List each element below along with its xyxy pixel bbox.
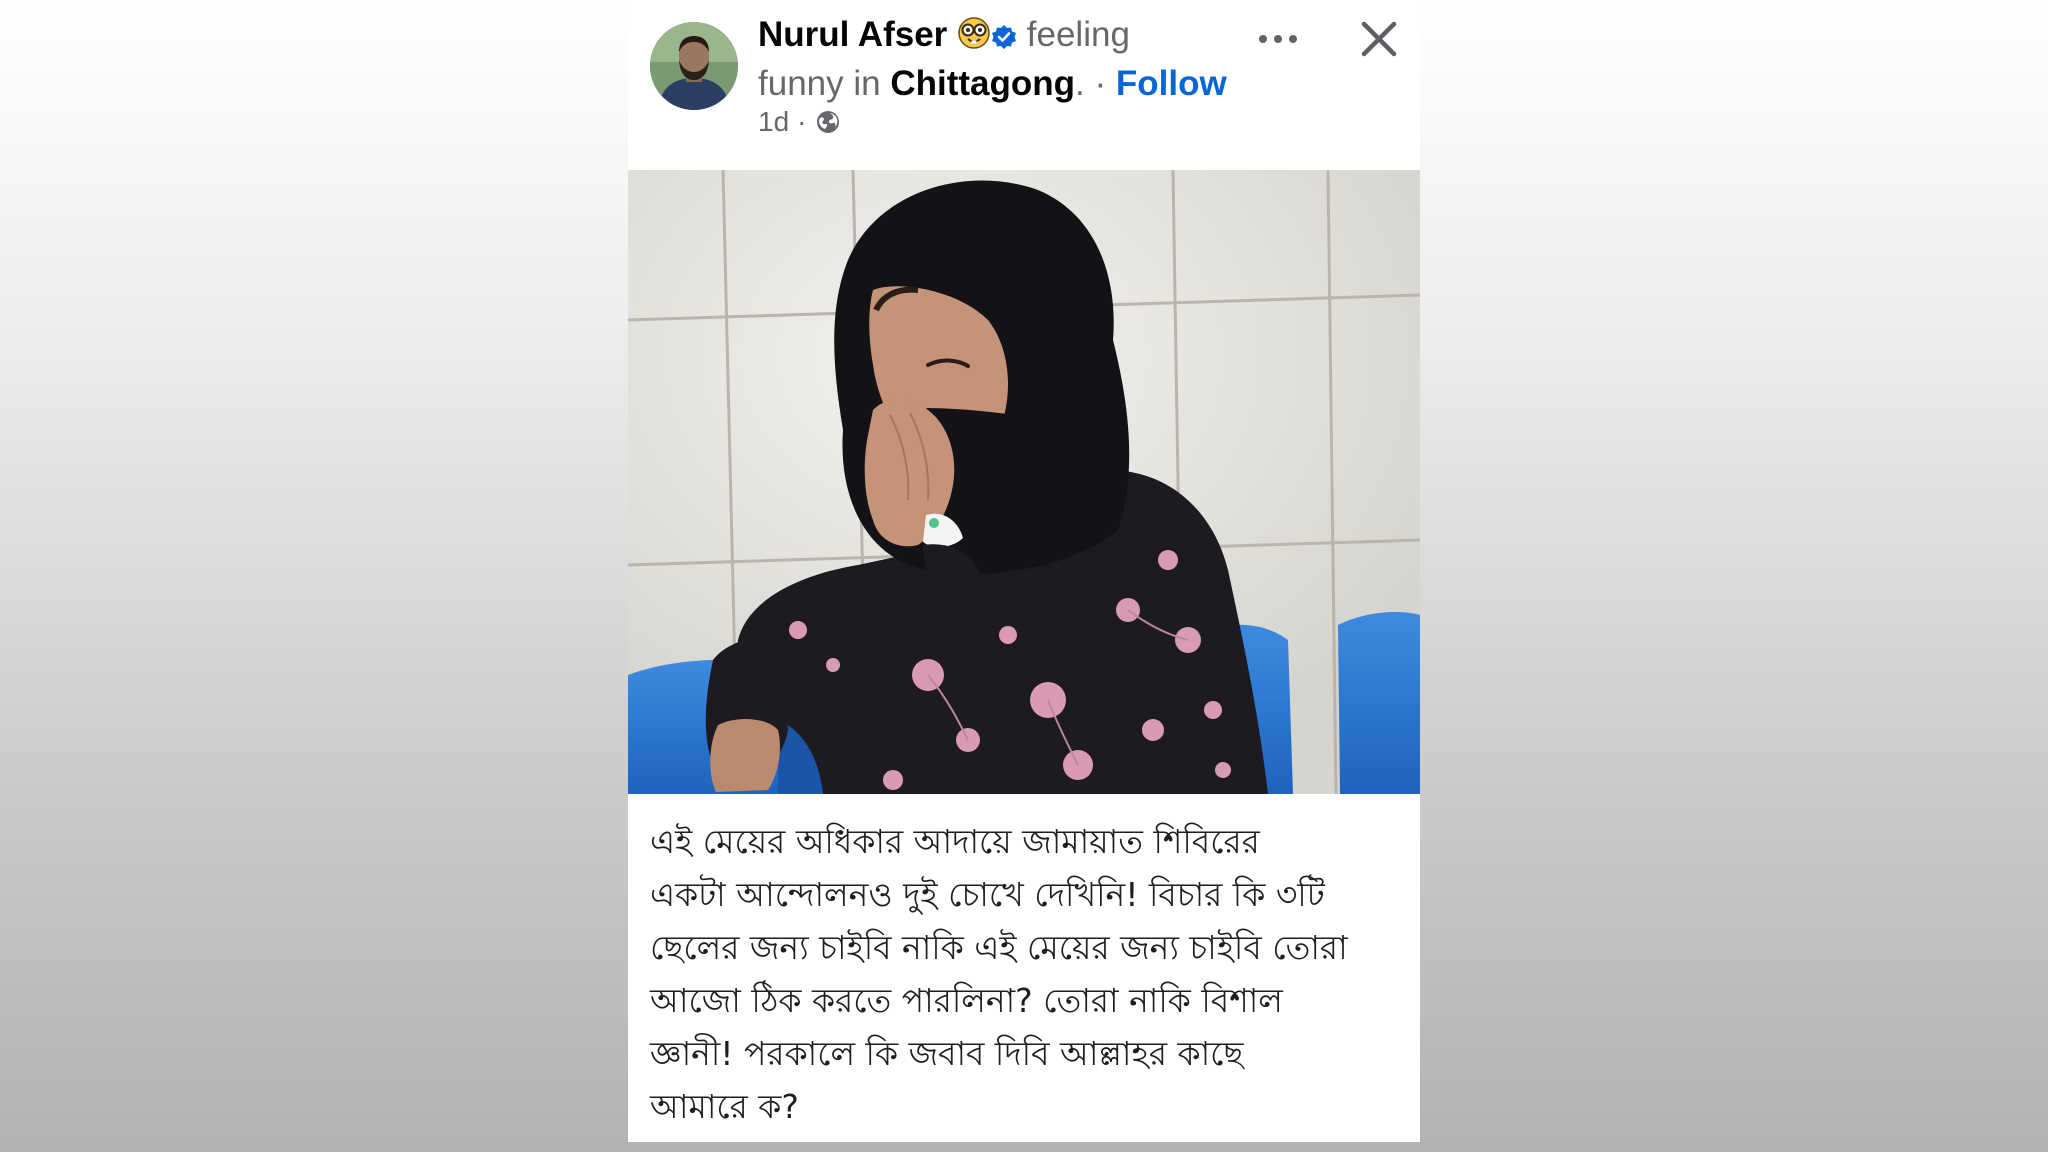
more-horizontal-icon	[1259, 35, 1267, 43]
photo-image	[628, 170, 1420, 794]
location-link[interactable]: Chittagong	[890, 64, 1075, 103]
follow-button[interactable]: Follow	[1116, 64, 1227, 103]
caption-line: ছেলের জন্য চাইবি নাকি এই মেয়ের জন্য চাই…	[650, 928, 1348, 967]
post-caption: এই মেয়ের অধিকার আদায়ে জামায়াত শিবিরের…	[650, 815, 1400, 1133]
post-meta: 1d ·	[758, 106, 842, 138]
nerd-face-icon	[957, 16, 991, 61]
meta-separator: ·	[797, 106, 807, 137]
separator-dot: ·	[1094, 64, 1107, 103]
caption-line: আমারে ক?	[650, 1087, 799, 1126]
caption-line: একটা আন্দোলনও দুই চোখে দেখিনি! বিচার কি …	[650, 875, 1325, 914]
post-header: Nurul Afser feeling funny in Chittagong.…	[628, 0, 1420, 170]
avatar-image	[650, 22, 738, 110]
avatar[interactable]	[650, 22, 738, 110]
caption-line: এই মেয়ের অধিকার আদায়ে জামায়াত শিবিরের	[650, 822, 1260, 861]
caption-line: জ্ঞানী! পরকালে কি জবাব দিবি আল্লাহর কাছে	[650, 1034, 1244, 1073]
post-card: Nurul Afser feeling funny in Chittagong.…	[628, 0, 1420, 1142]
author-name[interactable]: Nurul Afser	[758, 15, 947, 54]
more-options-button[interactable]	[1248, 20, 1308, 58]
more-dot	[1274, 35, 1282, 43]
more-dot	[1289, 35, 1297, 43]
close-button[interactable]	[1354, 14, 1404, 64]
verified-badge-icon	[991, 16, 1017, 61]
location-period: .	[1075, 64, 1085, 103]
feeling-text: feeling	[1026, 15, 1130, 54]
feeling-activity: funny in	[758, 64, 881, 103]
caption-line: আজো ঠিক করতে পারলিনা? তোরা নাকি বিশাল	[650, 981, 1283, 1020]
globe-icon[interactable]	[814, 108, 842, 136]
post-photo[interactable]	[628, 170, 1420, 794]
post-headline: Nurul Afser feeling funny in Chittagong.…	[758, 12, 1238, 106]
close-icon	[1361, 21, 1397, 57]
post-time[interactable]: 1d	[758, 106, 789, 138]
